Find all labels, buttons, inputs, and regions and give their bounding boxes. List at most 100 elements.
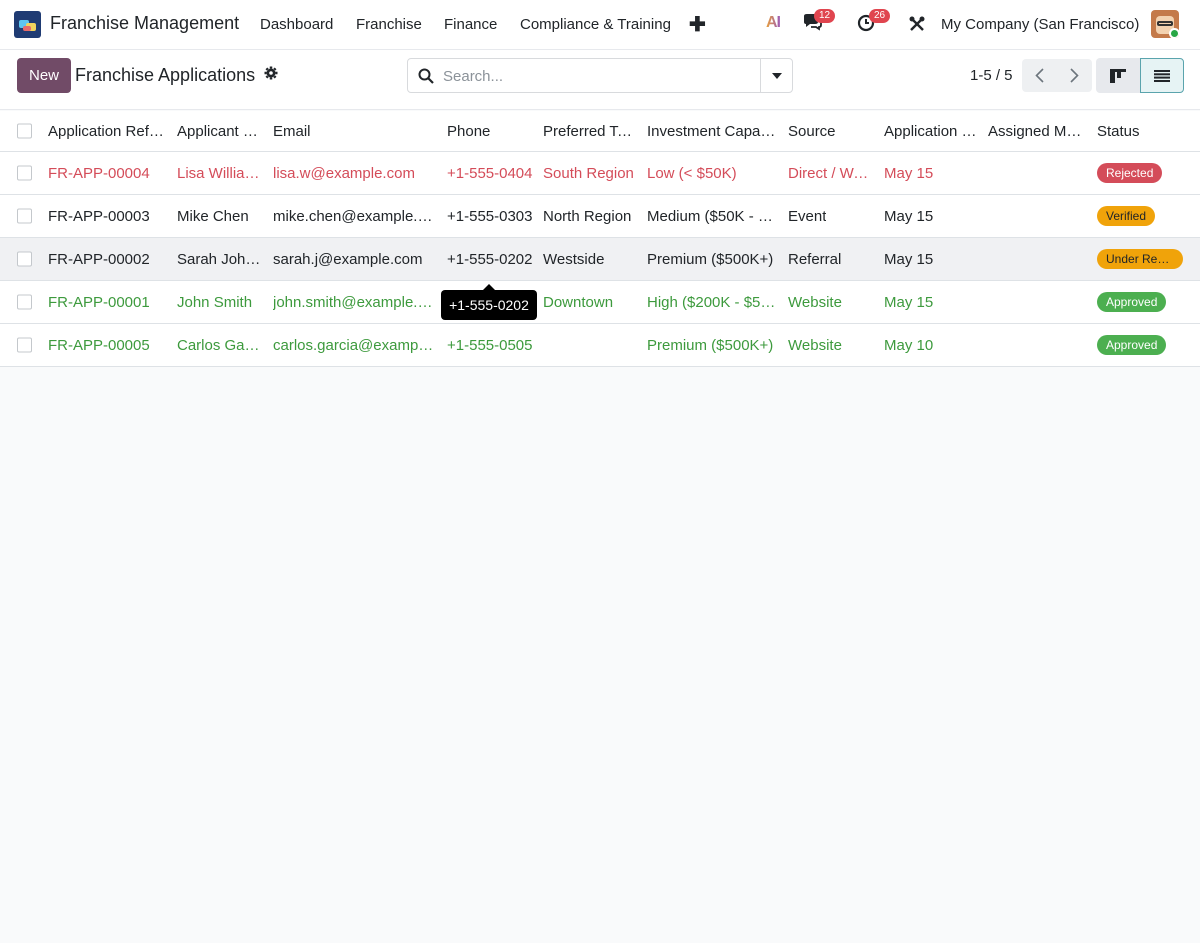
assigned-manager-cell	[988, 281, 1088, 323]
applications-table: Application Ref… Applicant … Email Phone…	[0, 111, 1200, 367]
applicant-cell: Sarah John…	[177, 250, 263, 268]
page-title: Franchise Applications	[75, 65, 256, 85]
column-header-phone[interactable]: Phone	[447, 111, 537, 151]
assigned-manager-cell	[988, 152, 1088, 194]
assigned-manager-cell	[988, 324, 1088, 366]
column-header-application-ref[interactable]: Application Ref…	[48, 111, 166, 151]
investment-cell: Premium ($500K+)	[647, 336, 774, 354]
row-checkbox[interactable]	[17, 165, 32, 181]
new-button[interactable]: New	[17, 58, 71, 93]
territory-cell: North Region	[543, 207, 632, 225]
phone-cell: +1-555-0505	[447, 336, 533, 354]
column-header-status[interactable]: Status	[1097, 111, 1187, 151]
column-header-application-date[interactable]: Application …	[884, 111, 978, 151]
column-header-preferred-territory[interactable]: Preferred Te…	[543, 111, 639, 151]
table-row[interactable]: FR-APP-00002 Sarah John… sarah.j@example.c…	[0, 238, 1200, 281]
application-ref-cell: FR-APP-00003	[48, 207, 150, 225]
nav-franchise[interactable]: Franchise	[356, 16, 422, 33]
applicant-cell: Lisa Willia…	[177, 164, 260, 182]
caret-down-icon	[771, 72, 782, 79]
search-options-toggle[interactable]	[760, 59, 792, 92]
status-badge: Approved	[1097, 335, 1167, 355]
source-cell: Website	[788, 293, 842, 311]
row-checkbox[interactable]	[17, 337, 32, 353]
messages-button[interactable]: 12	[802, 9, 836, 36]
pager-previous-button[interactable]	[1022, 59, 1057, 92]
investment-cell: Medium ($50K - $…	[647, 207, 779, 225]
table-body: FR-APP-00004 Lisa Willia… lisa.w@example.c…	[0, 152, 1200, 367]
row-checkbox[interactable]	[17, 251, 32, 267]
table-row[interactable]: FR-APP-00003 Mike Chen mike.chen@example.c…	[0, 195, 1200, 238]
activities-button[interactable]: 26	[857, 9, 891, 36]
status-badge: Rejected	[1097, 163, 1163, 183]
status-cell: Verified	[1097, 195, 1193, 237]
plus-icon[interactable]: ✚	[689, 12, 706, 37]
settings-tools-button[interactable]	[908, 15, 926, 37]
applicant-cell: Mike Chen	[177, 207, 249, 225]
pager-next-button[interactable]	[1057, 59, 1092, 92]
phone-cell: +1-555-0202	[447, 250, 533, 268]
gear-icon[interactable]	[264, 66, 278, 84]
chevron-left-icon	[1035, 68, 1044, 83]
email-cell: mike.chen@example.c…	[273, 207, 435, 225]
application-ref-cell: FR-APP-00005	[48, 336, 150, 354]
kanban-icon	[1110, 68, 1126, 83]
row-checkbox[interactable]	[17, 294, 32, 310]
online-status-icon	[1169, 28, 1179, 38]
nav-compliance-training[interactable]: Compliance & Training	[520, 16, 671, 33]
application-ref-cell: FR-APP-00004	[48, 164, 150, 182]
status-badge: Approved	[1097, 292, 1167, 312]
app-name[interactable]: Franchise Management	[50, 13, 239, 34]
application-date-cell: May 15	[884, 250, 934, 268]
applicant-cell: John Smith	[177, 293, 253, 311]
source-cell: Direct / Wa…	[788, 164, 876, 182]
top-navbar: Franchise Management Dashboard Franchise…	[0, 0, 1200, 50]
table-row[interactable]: FR-APP-00001 John Smith john.smith@example…	[0, 281, 1200, 324]
user-avatar[interactable]	[1151, 10, 1179, 38]
company-switcher[interactable]: My Company (San Francisco)	[941, 16, 1139, 33]
phone-cell: +1-555-0404	[447, 164, 533, 182]
investment-cell: Premium ($500K+)	[647, 250, 774, 268]
tools-icon	[909, 16, 925, 31]
territory-cell: Downtown	[543, 293, 614, 311]
territory-cell: South Region	[543, 164, 634, 182]
nav-dashboard[interactable]: Dashboard	[260, 16, 333, 33]
application-date-cell: May 15	[884, 207, 934, 225]
source-cell: Event	[788, 207, 827, 225]
email-cell: lisa.w@example.com	[273, 164, 415, 182]
email-cell: carlos.garcia@exampl…	[273, 336, 435, 354]
source-cell: Referral	[788, 250, 842, 268]
nav-finance[interactable]: Finance	[444, 16, 497, 33]
table-row[interactable]: FR-APP-00005 Carlos Gar… carlos.garcia@exa…	[0, 324, 1200, 367]
list-view-button[interactable]	[1140, 58, 1184, 93]
search-icon	[418, 68, 434, 84]
application-ref-cell: FR-APP-00001	[48, 293, 150, 311]
ai-icon[interactable]: AI	[766, 14, 781, 32]
column-header-source[interactable]: Source	[788, 111, 876, 151]
list-icon	[1154, 69, 1170, 82]
messages-count-badge: 12	[814, 9, 836, 23]
application-ref-cell: FR-APP-00002	[48, 250, 150, 268]
territory-cell: Westside	[543, 250, 605, 268]
search-input[interactable]	[443, 65, 753, 87]
email-cell: john.smith@example.c…	[273, 293, 435, 311]
pager-value[interactable]: 1-5 / 5	[970, 67, 1013, 84]
column-header-investment-capacity[interactable]: Investment Capac…	[647, 111, 779, 151]
column-header-assigned-manager[interactable]: Assigned Ma…	[988, 111, 1088, 151]
application-date-cell: May 15	[884, 164, 934, 182]
status-badge: Verified	[1097, 206, 1156, 226]
email-cell: sarah.j@example.com	[273, 250, 423, 268]
column-header-email[interactable]: Email	[273, 111, 433, 151]
row-checkbox[interactable]	[17, 208, 32, 224]
application-date-cell: May 15	[884, 293, 934, 311]
source-cell: Website	[788, 336, 842, 354]
app-menu-icon[interactable]	[14, 11, 41, 38]
applicant-cell: Carlos Gar…	[177, 336, 263, 354]
assigned-manager-cell	[988, 238, 1088, 280]
chevron-right-icon	[1070, 68, 1079, 83]
select-all-checkbox[interactable]	[17, 123, 32, 139]
kanban-view-button[interactable]	[1096, 58, 1140, 93]
table-row[interactable]: FR-APP-00004 Lisa Willia… lisa.w@example.c…	[0, 152, 1200, 195]
table-header: Application Ref… Applicant … Email Phone…	[0, 111, 1200, 152]
column-header-applicant[interactable]: Applicant …	[177, 111, 263, 151]
